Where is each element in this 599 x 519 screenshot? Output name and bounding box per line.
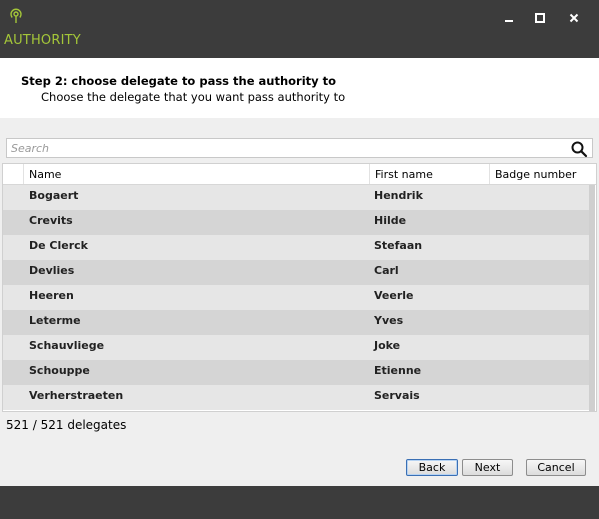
cell-first-name: Stefaan bbox=[374, 239, 423, 252]
broadcast-icon bbox=[6, 6, 26, 26]
cell-first-name: Hendrik bbox=[374, 189, 423, 202]
cell-first-name: Servais bbox=[374, 389, 420, 402]
table-row[interactable]: Verherstraeten Servais bbox=[3, 385, 590, 410]
delegates-table: Name First name Badge number Bogaert Hen… bbox=[2, 163, 597, 412]
search-icon[interactable] bbox=[570, 140, 588, 158]
back-button[interactable]: Back bbox=[406, 459, 458, 476]
wizard-content: Name First name Badge number Bogaert Hen… bbox=[0, 118, 599, 486]
cell-name: Heeren bbox=[29, 289, 74, 302]
table-body: Bogaert Hendrik Crevits Hilde De Clerck … bbox=[3, 185, 590, 411]
cell-name: Crevits bbox=[29, 214, 73, 227]
next-button[interactable]: Next bbox=[462, 459, 513, 476]
cell-name: Schouppe bbox=[29, 364, 90, 377]
cancel-button[interactable]: Cancel bbox=[526, 459, 586, 476]
title-bar: AUTHORITY bbox=[0, 0, 599, 58]
step-title: Step 2: choose delegate to pass the auth… bbox=[21, 74, 337, 88]
delegate-count: 521 / 521 delegates bbox=[6, 418, 126, 432]
minimize-icon[interactable] bbox=[498, 9, 520, 27]
table-row[interactable]: Bogaert Hendrik bbox=[3, 185, 590, 210]
cell-first-name: Veerle bbox=[374, 289, 414, 302]
wizard-header: Step 2: choose delegate to pass the auth… bbox=[0, 58, 599, 118]
search-input[interactable] bbox=[11, 140, 561, 156]
table-header: Name First name Badge number bbox=[3, 164, 596, 185]
vertical-scrollbar[interactable] bbox=[589, 185, 595, 411]
scrollbar-thumb[interactable] bbox=[589, 185, 595, 411]
search-box bbox=[6, 138, 593, 158]
close-icon[interactable] bbox=[563, 9, 585, 27]
cell-name: De Clerck bbox=[29, 239, 88, 252]
column-header-badge-number[interactable]: Badge number bbox=[489, 164, 596, 184]
cell-first-name: Joke bbox=[374, 339, 401, 352]
table-row[interactable]: Crevits Hilde bbox=[3, 210, 590, 235]
cell-name: Leterme bbox=[29, 314, 81, 327]
cell-name: Devlies bbox=[29, 264, 75, 277]
table-row[interactable]: De Clerck Stefaan bbox=[3, 235, 590, 260]
count-separator: / bbox=[32, 418, 37, 432]
table-row[interactable]: Schouppe Etienne bbox=[3, 360, 590, 385]
column-header-first-name[interactable]: First name bbox=[369, 164, 489, 184]
cell-first-name: Carl bbox=[374, 264, 399, 277]
table-row[interactable]: Schauvliege Joke bbox=[3, 335, 590, 360]
cell-name: Verherstraeten bbox=[29, 389, 124, 402]
table-row[interactable]: Heeren Veerle bbox=[3, 285, 590, 310]
step-subtitle: Choose the delegate that you want pass a… bbox=[41, 90, 346, 104]
cell-first-name: Etienne bbox=[374, 364, 422, 377]
column-header-name[interactable]: Name bbox=[23, 164, 369, 184]
count-label: delegates bbox=[67, 418, 127, 432]
table-row[interactable]: Leterme Yves bbox=[3, 310, 590, 335]
cell-name: Schauvliege bbox=[29, 339, 105, 352]
cell-first-name: Yves bbox=[374, 314, 404, 327]
cell-first-name: Hilde bbox=[374, 214, 407, 227]
window-title: AUTHORITY bbox=[4, 33, 81, 48]
count-total: 521 bbox=[40, 418, 64, 432]
count-shown: 521 bbox=[6, 418, 29, 432]
table-row[interactable]: Devlies Carl bbox=[3, 260, 590, 285]
maximize-icon[interactable] bbox=[529, 9, 551, 27]
row-header-cell bbox=[3, 164, 23, 184]
cell-name: Bogaert bbox=[29, 189, 79, 202]
